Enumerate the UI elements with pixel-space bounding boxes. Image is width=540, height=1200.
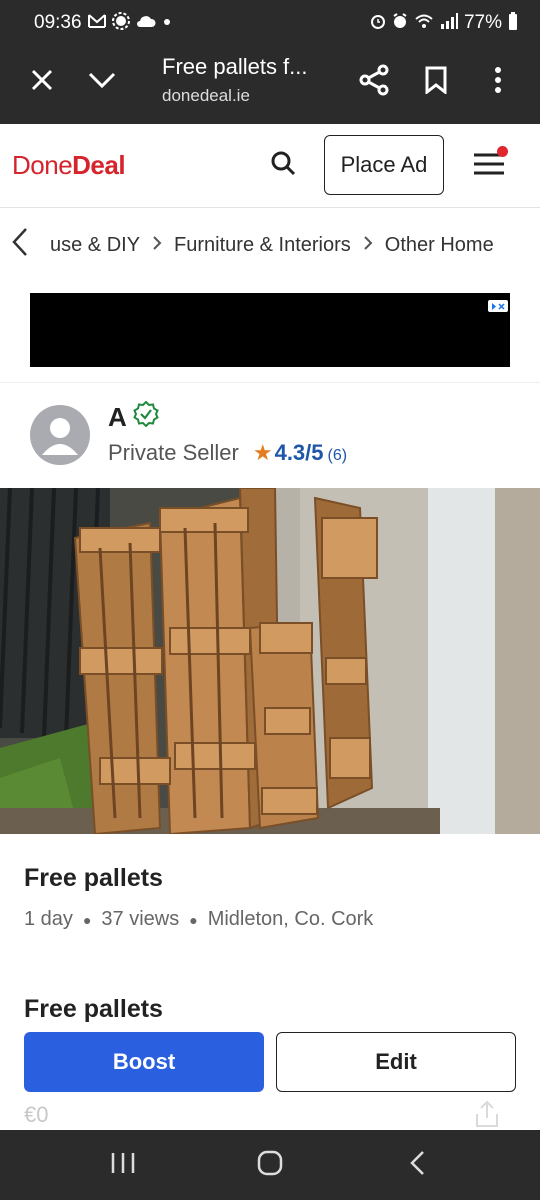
status-time: 09:36 [34,12,82,33]
ad-banner[interactable] [30,293,510,367]
logo-deal-text: Deal [72,150,126,180]
recent-apps-icon [110,1152,136,1179]
donedeal-logo[interactable]: DoneDeal [12,150,126,181]
browser-toolbar: Free pallets f... donedeal.ie [0,46,540,124]
more-vertical-icon [494,66,502,99]
share-listing-icon[interactable] [474,1100,500,1128]
page-title: Free pallets f... [162,54,308,79]
breadcrumb-item-other-home[interactable]: Other Home [377,234,502,257]
battery-icon [508,12,518,34]
page-title-area[interactable]: Free pallets f... donedeal.ie [162,54,332,106]
search-icon [270,150,296,181]
listing-location: Midleton, Co. Cork [207,908,374,930]
separator-dot: ● [82,911,92,928]
chevron-right-icon [359,234,377,257]
alarm-icon [392,13,408,33]
page-domain: donedeal.ie [162,86,250,105]
rating-value: 4.3/5 [274,440,324,465]
description-title: Free pallets [24,995,163,1023]
place-ad-button[interactable]: Place Ad [324,135,444,195]
boost-button[interactable]: Boost [24,1032,264,1092]
breadcrumb-back-button[interactable] [0,210,40,280]
breadcrumb-item-furniture[interactable]: Furniture & Interiors [166,234,359,257]
edit-button[interactable]: Edit [276,1032,516,1092]
browser-top-bar: 09:36 77% Free pallets f... donedeal.ie [0,0,540,124]
listing-meta: 1 day ● 37 views ● Midleton, Co. Cork [24,908,373,931]
logo-done-text: Done [12,150,73,180]
star-icon: ★ [252,440,273,465]
seller-rating[interactable]: ★ 4.3/5 (6) [253,440,347,466]
search-button[interactable] [262,144,304,186]
gmail-icon [87,14,106,32]
dot-icon [162,15,172,31]
menu-button[interactable] [466,144,512,188]
share-button[interactable] [344,52,404,112]
recent-apps-button[interactable] [93,1135,153,1195]
bookmark-icon [425,66,447,99]
close-icon [30,68,54,97]
seller-avatar [30,405,90,465]
wifi-icon [414,13,434,33]
bookmark-button[interactable] [406,52,466,112]
chevron-left-icon [12,227,28,263]
verified-check-icon [133,400,159,434]
listing-views: 37 views [101,908,180,930]
listing-price: €0 [24,1102,49,1127]
battery-percent: 77% [463,12,502,33]
collapse-button[interactable] [72,52,132,112]
close-tab-button[interactable] [12,52,72,112]
more-options-button[interactable] [468,52,528,112]
signal-icon [440,13,458,33]
separator-dot: ● [189,911,198,928]
status-bar: 09:36 77% [0,0,540,46]
home-icon [257,1150,283,1181]
breadcrumb-item-home-diy[interactable]: use & DIY [40,234,148,257]
listing-info: Free pallets 1 day ● 37 views ● Midleton… [0,834,540,1130]
listing-title: Free pallets [24,864,163,892]
breadcrumb: use & DIY Furniture & Interiors Other Ho… [0,210,540,280]
settings-icon [111,12,130,34]
seller-card[interactable]: A Private Seller ★ 4.3/5 (6) [0,382,540,488]
chevron-down-icon [88,71,116,94]
home-button[interactable] [240,1135,300,1195]
cloud-icon [136,15,156,32]
listing-age: 1 day [24,908,73,930]
chevron-right-icon [148,234,166,257]
system-nav-bar [0,1130,540,1200]
listing-photo[interactable] [0,488,540,834]
seller-name: A [108,402,127,432]
seller-type: Private Seller [108,440,239,465]
notification-dot [497,146,508,157]
back-icon [409,1150,425,1181]
rating-count: (6) [327,447,348,464]
share-icon [359,64,389,101]
site-header: DoneDeal Place Ad [0,124,540,208]
ad-choices-icon[interactable] [488,300,508,312]
alarm-clock-icon [370,13,386,33]
back-button[interactable] [387,1135,447,1195]
